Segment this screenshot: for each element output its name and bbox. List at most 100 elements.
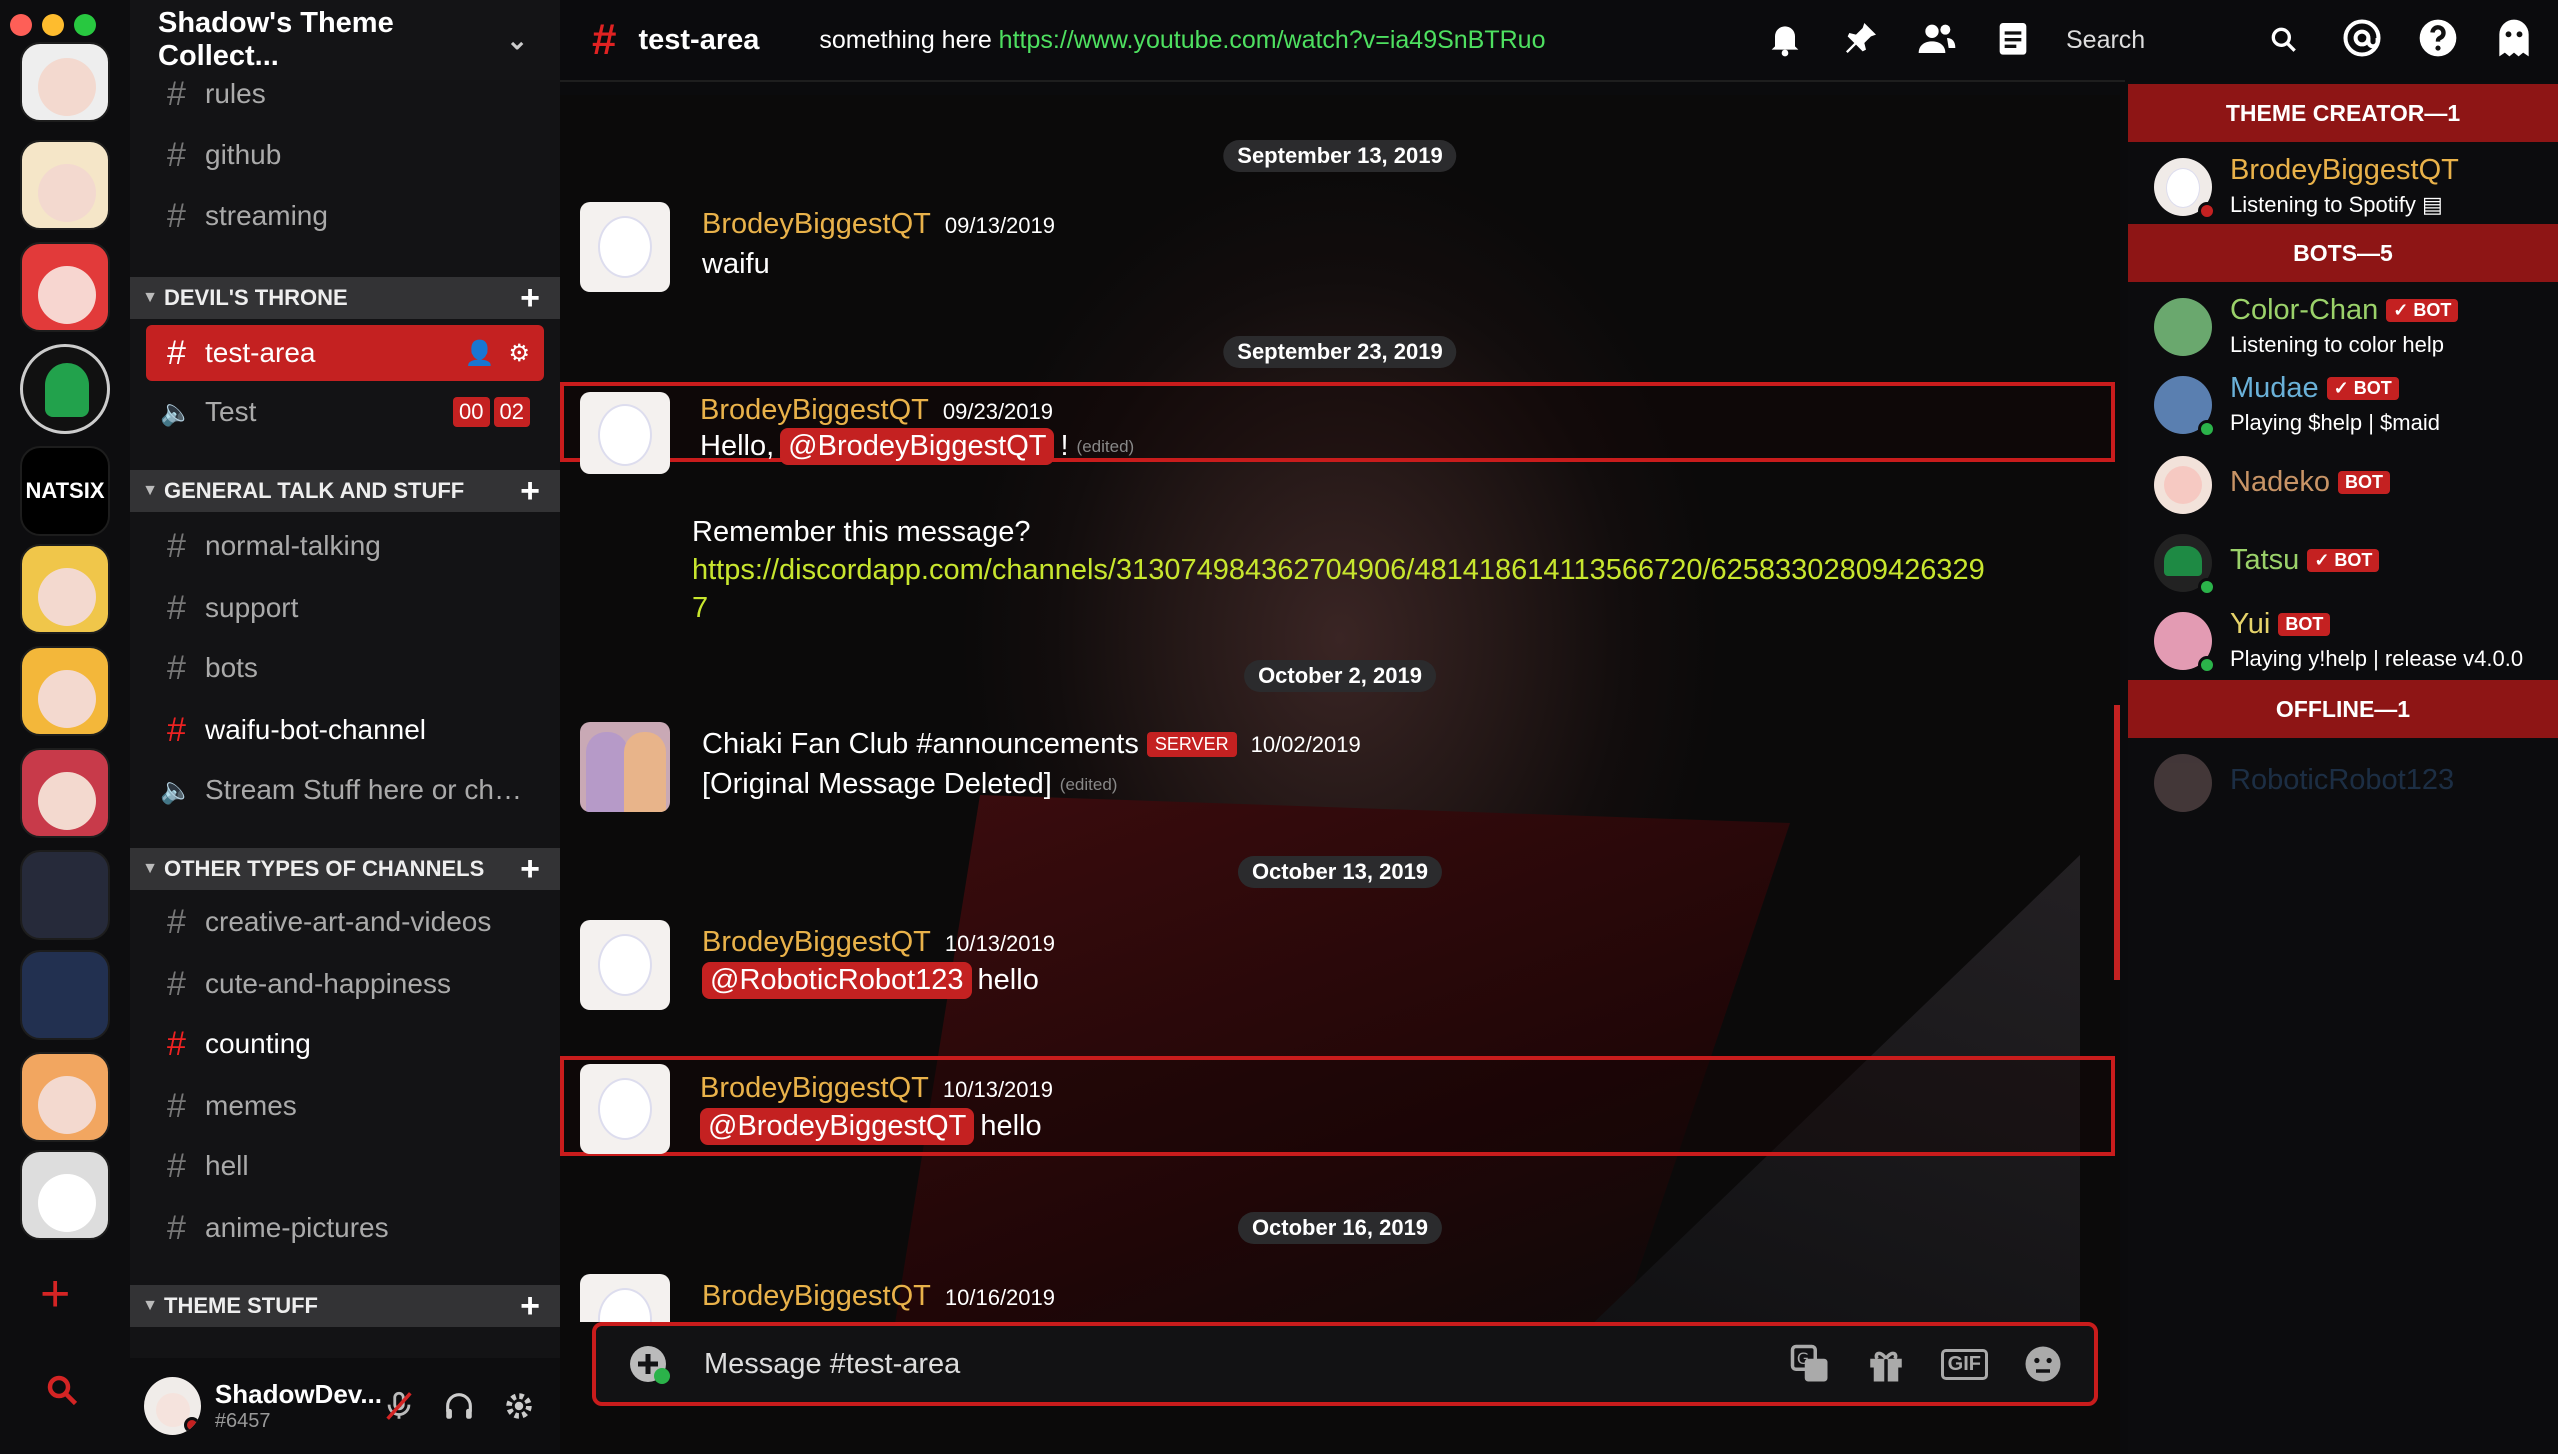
create-channel-icon[interactable]: + bbox=[520, 474, 540, 508]
message-author[interactable]: BrodeyBiggestQT bbox=[700, 394, 929, 427]
avatar[interactable] bbox=[144, 1377, 201, 1435]
guild-folder[interactable] bbox=[20, 950, 110, 1040]
message-input[interactable]: Message #test-area bbox=[704, 1348, 1789, 1381]
minimize-window-button[interactable] bbox=[42, 14, 64, 36]
message-highlighted[interactable]: BrodeyBiggestQT 10/13/2019 @BrodeyBiggest… bbox=[560, 1056, 2115, 1156]
member-item[interactable]: Tatsu ✓ BOT bbox=[2154, 530, 2554, 596]
member-group-header: THEME CREATOR—1 bbox=[2128, 84, 2558, 142]
channel-waifu-bot-channel[interactable]: # waifu-bot-channel bbox=[146, 703, 544, 757]
bell-icon[interactable] bbox=[1765, 18, 1805, 58]
member-item[interactable]: Color-Chan ✓ BOT Listening to color help bbox=[2154, 294, 2554, 360]
close-window-button[interactable] bbox=[10, 14, 32, 36]
channel-topic[interactable]: something here https://www.youtube.com/w… bbox=[819, 26, 1545, 55]
avatar[interactable] bbox=[580, 202, 670, 292]
channel-counting[interactable]: # counting bbox=[146, 1017, 544, 1071]
message[interactable]: Chiaki Fan Club #announcements SERVER 10/0… bbox=[580, 722, 2100, 812]
create-channel-icon[interactable]: + bbox=[520, 1289, 540, 1323]
message-author[interactable]: BrodeyBiggestQT bbox=[700, 1072, 929, 1105]
mentions-icon[interactable] bbox=[2340, 16, 2384, 60]
avatar[interactable] bbox=[580, 722, 670, 812]
topic-link[interactable]: https://www.youtube.com/watch?v=ia49SnBT… bbox=[999, 26, 1546, 54]
user-mention[interactable]: @BrodeyBiggestQT bbox=[780, 428, 1055, 465]
create-channel-icon[interactable]: + bbox=[520, 852, 540, 886]
search-input[interactable]: Search bbox=[2060, 10, 2300, 70]
message[interactable]: BrodeyBiggestQT 09/13/2019 waifu bbox=[580, 202, 2100, 292]
channel-list: # rules # github # streaming ▼ DEVIL'S THRON… bbox=[130, 55, 560, 1345]
server-header[interactable]: Shadow's Theme Collect... ⌄ bbox=[130, 0, 560, 80]
guild-icon[interactable] bbox=[20, 544, 110, 634]
channel-normal-talking[interactable]: # normal-talking bbox=[146, 519, 544, 573]
guild-icon[interactable] bbox=[20, 42, 110, 122]
channel-test-area[interactable]: # test-area 👤 ⚙ bbox=[146, 325, 544, 381]
discover-search-icon[interactable] bbox=[44, 1372, 80, 1408]
translate-icon[interactable]: G bbox=[1789, 1343, 1831, 1385]
avatar[interactable] bbox=[580, 1274, 670, 1322]
chevron-down-icon: ▼ bbox=[142, 860, 158, 877]
gear-icon[interactable]: ⚙ bbox=[508, 339, 530, 368]
emoji-icon[interactable] bbox=[2022, 1343, 2064, 1385]
channel-bots[interactable]: # bots bbox=[146, 641, 544, 695]
channel-streaming[interactable]: # streaming bbox=[146, 189, 544, 243]
voice-channel-stream[interactable]: 🔈 Stream Stuff here or chat ... bbox=[146, 763, 544, 817]
member-item[interactable]: Mudae ✓ BOT Playing $help | $maid bbox=[2154, 372, 2554, 438]
gear-icon[interactable] bbox=[502, 1389, 536, 1423]
guild-icon[interactable] bbox=[20, 748, 110, 838]
help-icon[interactable] bbox=[2416, 16, 2460, 60]
text-channel-icon: # bbox=[167, 333, 186, 372]
member-list-icon[interactable] bbox=[1917, 18, 1957, 58]
category-other-types[interactable]: ▼ OTHER TYPES OF CHANNELS + bbox=[130, 848, 560, 890]
channel-memes[interactable]: # memes bbox=[146, 1079, 544, 1133]
message-author[interactable]: Chiaki Fan Club #announcements bbox=[702, 728, 1139, 761]
invite-icon[interactable]: 👤 bbox=[465, 339, 495, 368]
member-item[interactable]: BrodeyBiggestQT Listening to Spotify ▤ bbox=[2154, 154, 2554, 220]
guild-icon[interactable] bbox=[20, 1150, 110, 1240]
bot-badge: ✓ BOT bbox=[2386, 299, 2459, 322]
guild-folder[interactable] bbox=[20, 850, 110, 940]
user-mention[interactable]: @BrodeyBiggestQT bbox=[700, 1108, 975, 1145]
message-author[interactable]: BrodeyBiggestQT bbox=[702, 1280, 931, 1313]
message-highlighted[interactable]: BrodeyBiggestQT 09/23/2019 Hello, @BrodeyB… bbox=[560, 382, 2115, 474]
channel-anime-pictures[interactable]: # anime-pictures bbox=[146, 1201, 544, 1255]
channel-creative-art[interactable]: # creative-art-and-videos bbox=[146, 895, 544, 949]
channel-support[interactable]: # support bbox=[146, 581, 544, 635]
message-author[interactable]: BrodeyBiggestQT bbox=[702, 208, 931, 241]
guild-icon[interactable] bbox=[20, 140, 110, 230]
upload-plus-icon[interactable] bbox=[626, 1340, 674, 1388]
guild-icon[interactable] bbox=[20, 1052, 110, 1142]
ghost-icon[interactable] bbox=[2492, 16, 2536, 60]
voice-channel-test[interactable]: 🔈 Test 00 02 bbox=[146, 385, 544, 439]
message-author[interactable]: BrodeyBiggestQT bbox=[702, 926, 931, 959]
guild-icon-natsix[interactable]: NATSIX bbox=[20, 446, 110, 536]
mic-muted-icon[interactable] bbox=[382, 1389, 416, 1423]
scrollbar[interactable] bbox=[2114, 705, 2120, 980]
member-item-offline[interactable]: RoboticRobot123 bbox=[2154, 750, 2554, 816]
guild-icon[interactable] bbox=[20, 242, 110, 332]
message[interactable]: BrodeyBiggestQT 10/16/2019 bbox=[580, 1274, 2100, 1322]
gift-icon[interactable] bbox=[1865, 1343, 1907, 1385]
create-channel-icon[interactable]: + bbox=[520, 281, 540, 315]
notepad-icon[interactable] bbox=[1993, 18, 2033, 58]
maximize-window-button[interactable] bbox=[74, 14, 96, 36]
pin-icon[interactable] bbox=[1841, 18, 1881, 58]
channel-github[interactable]: # github bbox=[146, 128, 544, 182]
channel-cute-and-happiness[interactable]: # cute-and-happiness bbox=[146, 957, 544, 1011]
message[interactable]: BrodeyBiggestQT 10/13/2019 @RoboticRobot1… bbox=[580, 920, 2100, 1010]
avatar[interactable] bbox=[580, 392, 670, 474]
guild-icon-active[interactable] bbox=[20, 344, 110, 434]
category-general-talk[interactable]: ▼ GENERAL TALK AND STUFF + bbox=[130, 470, 560, 512]
headphones-icon[interactable] bbox=[442, 1389, 476, 1423]
avatar[interactable] bbox=[580, 920, 670, 1010]
user-info: ShadowDev... #6457 bbox=[215, 1379, 382, 1433]
channel-hell[interactable]: # hell bbox=[146, 1139, 544, 1193]
category-devils-throne[interactable]: ▼ DEVIL'S THRONE + bbox=[130, 277, 560, 319]
member-item[interactable]: Nadeko BOT bbox=[2154, 452, 2554, 518]
member-item[interactable]: Yui BOT Playing y!help | release v4.0.0 bbox=[2154, 608, 2554, 674]
message-link[interactable]: https://discordapp.com/channels/31307498… bbox=[692, 554, 1985, 587]
category-theme-stuff[interactable]: ▼ THEME STUFF + bbox=[130, 1285, 560, 1327]
avatar[interactable] bbox=[580, 1064, 670, 1154]
user-mention[interactable]: @RoboticRobot123 bbox=[702, 962, 972, 999]
gif-button[interactable]: GIF bbox=[1940, 1348, 1988, 1380]
guild-icon[interactable] bbox=[20, 646, 110, 736]
add-server-icon[interactable]: + bbox=[40, 1268, 70, 1320]
message-link[interactable]: 7 bbox=[692, 592, 708, 625]
